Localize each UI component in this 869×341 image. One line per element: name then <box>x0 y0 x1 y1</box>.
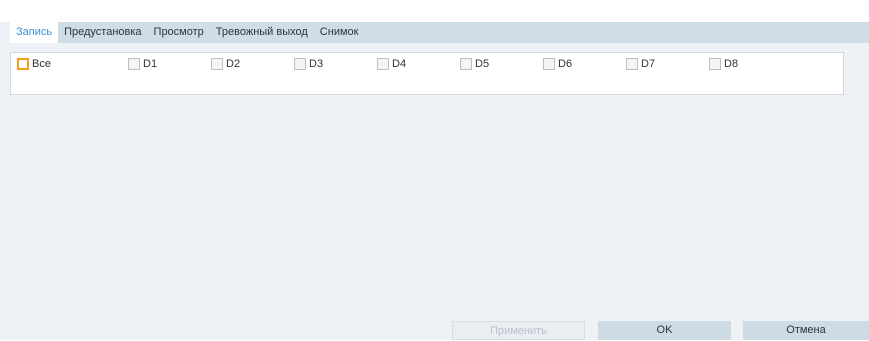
checkbox-all-label: Все <box>32 58 51 70</box>
checkbox-d5[interactable]: D5 <box>460 58 489 70</box>
checkbox-d7-box[interactable] <box>626 58 638 70</box>
checkbox-d2-label: D2 <box>226 58 241 70</box>
checkbox-d7-label: D7 <box>641 58 656 70</box>
checkbox-d1-box[interactable] <box>128 58 140 70</box>
tab-snapshot[interactable]: Снимок <box>314 22 365 43</box>
checkbox-d8[interactable]: D8 <box>709 58 738 70</box>
checkbox-d1-label: D1 <box>143 58 158 70</box>
channel-selection-box: Все D1 D2 D3 D4 D5 D6 D7 D8 <box>10 52 844 95</box>
checkbox-d6[interactable]: D6 <box>543 58 572 70</box>
tab-record[interactable]: Запись <box>10 22 59 43</box>
checkbox-d2[interactable]: D2 <box>211 58 240 70</box>
tab-view[interactable]: Просмотр <box>148 22 210 43</box>
checkbox-d4[interactable]: D4 <box>377 58 406 70</box>
checkbox-all[interactable]: Все <box>17 58 51 70</box>
checkbox-d3-label: D3 <box>309 58 324 70</box>
ok-button[interactable]: OK <box>598 321 731 340</box>
tab-preset[interactable]: Предустановка <box>58 22 147 43</box>
checkbox-all-box[interactable] <box>17 58 29 70</box>
dialog-footer: Применить OK Отмена <box>0 321 869 340</box>
tab-bar: Запись Предустановка Просмотр Тревожный … <box>10 22 869 43</box>
checkbox-d6-box[interactable] <box>543 58 555 70</box>
checkbox-d5-box[interactable] <box>460 58 472 70</box>
checkbox-d4-label: D4 <box>392 58 407 70</box>
tab-alarm-output[interactable]: Тревожный выход <box>210 22 314 43</box>
checkbox-d7[interactable]: D7 <box>626 58 655 70</box>
checkbox-d3[interactable]: D3 <box>294 58 323 70</box>
checkbox-d1[interactable]: D1 <box>128 58 157 70</box>
checkbox-d6-label: D6 <box>558 58 573 70</box>
checkbox-d8-label: D8 <box>724 58 739 70</box>
checkbox-d8-box[interactable] <box>709 58 721 70</box>
checkbox-d5-label: D5 <box>475 58 490 70</box>
checkbox-d3-box[interactable] <box>294 58 306 70</box>
checkbox-d4-box[interactable] <box>377 58 389 70</box>
checkbox-d2-box[interactable] <box>211 58 223 70</box>
cancel-button[interactable]: Отмена <box>743 321 869 340</box>
apply-button[interactable]: Применить <box>452 321 585 340</box>
